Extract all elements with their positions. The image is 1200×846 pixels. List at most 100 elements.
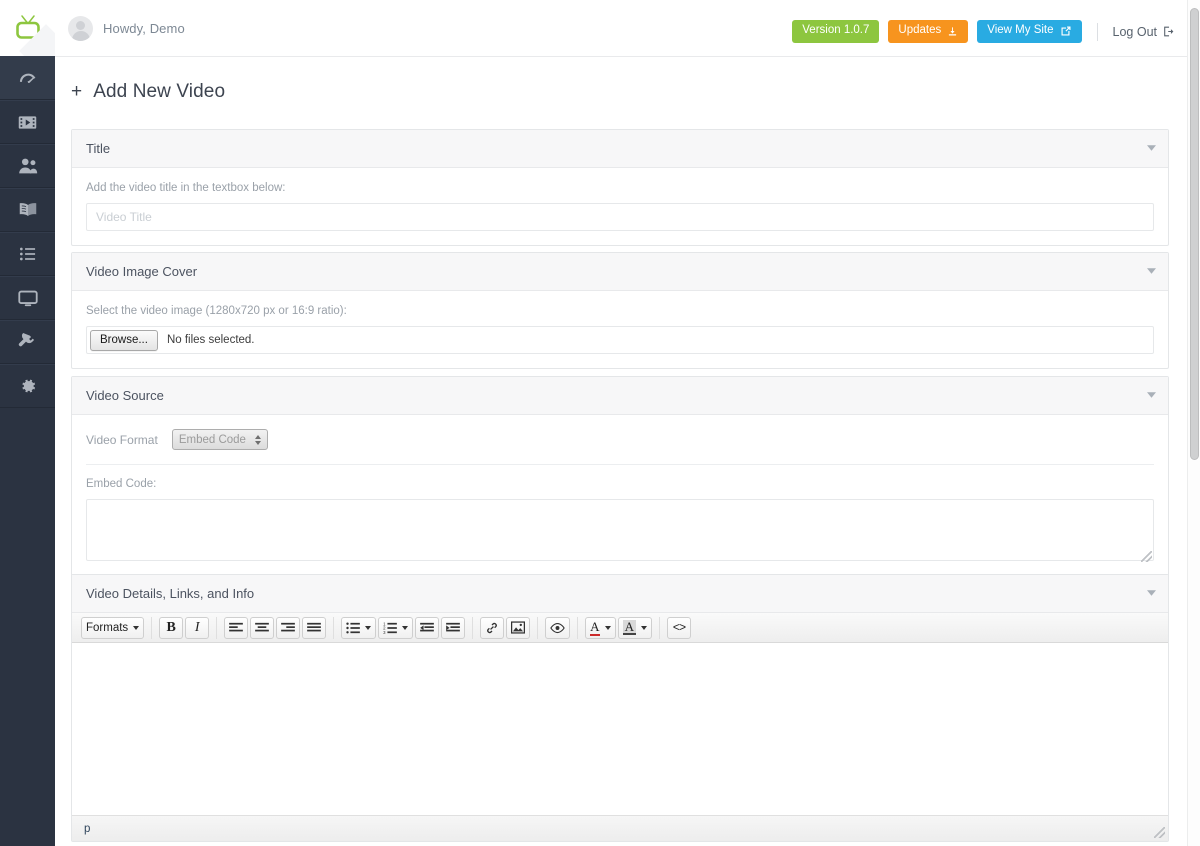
indent-button[interactable] (441, 616, 466, 639)
panel-source-body: Video Format Embed Code Embed Code: (72, 415, 1168, 578)
panel-details-header-text: Video Details, Links, and Info (86, 586, 255, 601)
bullet-list-icon (346, 622, 361, 634)
chevron-down-icon[interactable] (1147, 267, 1156, 277)
updates-label: Updates (898, 24, 942, 37)
panel-title: Title Add the video title in the textbox… (71, 129, 1169, 246)
chevron-down-icon[interactable] (1147, 391, 1156, 401)
users-icon (17, 155, 39, 177)
eye-preview-icon (550, 622, 565, 634)
bold-label: B (166, 619, 176, 635)
video-title-input[interactable] (86, 203, 1154, 231)
text-color-label: A (590, 618, 600, 636)
italic-button[interactable]: I (185, 616, 210, 639)
sidebar-item-settings[interactable] (0, 364, 55, 408)
panel-video-image-cover: Video Image Cover Select the video image… (71, 252, 1169, 369)
logout-button[interactable]: Log Out (1113, 25, 1175, 39)
panel-source-header-text: Video Source (86, 388, 164, 403)
align-right-button[interactable] (276, 616, 301, 639)
sidebar-item-dashboard[interactable] (0, 56, 55, 100)
sidebar-item-categories[interactable] (0, 232, 55, 276)
stepper-icon (254, 434, 261, 445)
panel-title-body: Add the video title in the textbox below… (72, 168, 1168, 245)
numbered-list-icon: 123 (383, 622, 398, 634)
panel-title-header[interactable]: Title (72, 130, 1168, 168)
italic-label: I (194, 619, 200, 635)
plug-icon (17, 332, 38, 353)
panel-details-header[interactable]: Video Details, Links, and Info (72, 575, 1168, 613)
video-format-select[interactable]: Embed Code (171, 429, 268, 450)
logout-label: Log Out (1112, 24, 1157, 39)
preview-button[interactable] (545, 616, 571, 639)
panel-video-source: Video Source Video Format Embed Code Emb… (71, 376, 1169, 579)
view-site-label: View My Site (987, 24, 1054, 37)
sidebar-item-plugins[interactable] (0, 320, 55, 364)
panel-video-details: Video Details, Links, and Info Formats B (71, 574, 1169, 842)
video-format-value: Embed Code (178, 433, 246, 446)
background-color-label: A (622, 619, 636, 635)
cover-file-input[interactable]: Browse... No files selected. (86, 326, 1154, 354)
dashboard-gauge-icon (17, 67, 39, 89)
monitor-icon (17, 287, 39, 309)
updates-button[interactable]: Updates (888, 20, 969, 43)
plus-icon: + (71, 81, 83, 102)
outdent-icon (420, 622, 435, 634)
embed-code-wrap (86, 499, 1154, 564)
video-format-label: Video Format (86, 432, 158, 447)
source-code-button[interactable]: <> (666, 616, 691, 639)
sidebar-item-videos[interactable] (0, 100, 55, 144)
divider (1096, 22, 1098, 41)
sidebar-item-users[interactable] (0, 144, 55, 188)
background-color-button[interactable]: A (617, 616, 652, 639)
sidebar-item-appearance[interactable] (0, 276, 55, 320)
vertical-scrollbar[interactable] (1187, 0, 1200, 846)
chevron-down-icon (640, 625, 647, 630)
align-justify-button[interactable] (302, 616, 327, 639)
panel-cover-header[interactable]: Video Image Cover (72, 253, 1168, 291)
cover-helper-text: Select the video image (1280x720 px or 1… (86, 305, 347, 317)
align-left-button[interactable] (224, 616, 249, 639)
panel-source-header[interactable]: Video Source (72, 377, 1168, 415)
bold-button[interactable]: B (159, 616, 184, 639)
main-content: + Add New Video Title Add the video titl… (55, 56, 1188, 846)
editor-toolbar: Formats B I 1 2 3 A A <> (72, 613, 1168, 643)
editor-content-area[interactable] (72, 643, 1168, 815)
greeting-text: Howdy, Demo (103, 21, 185, 36)
resize-handle-icon[interactable] (1141, 551, 1152, 562)
user-greeting-block[interactable]: Howdy, Demo (68, 16, 185, 41)
text-color-button[interactable]: A (585, 616, 616, 639)
editor-statusbar: p (72, 815, 1168, 841)
topbar: Howdy, Demo Version 1.0.7 Updates View M… (55, 0, 1188, 56)
insert-image-button[interactable] (506, 616, 531, 639)
app-logo[interactable] (0, 0, 55, 56)
link-icon (485, 621, 499, 635)
panel-cover-body: Select the video image (1280x720 px or 1… (72, 291, 1168, 368)
scrollbar-thumb[interactable] (1190, 8, 1199, 460)
external-link-icon (1060, 25, 1072, 37)
formats-dropdown[interactable]: Formats (81, 616, 145, 639)
chevron-down-icon[interactable] (1147, 589, 1156, 599)
version-badge[interactable]: Version 1.0.7 (792, 20, 880, 43)
resize-handle-icon[interactable] (1154, 827, 1165, 838)
align-left-icon (229, 622, 244, 634)
chevron-down-icon (604, 625, 611, 630)
insert-link-button[interactable] (480, 616, 505, 639)
source-code-label: <> (672, 620, 686, 635)
title-helper-text: Add the video title in the textbox below… (86, 182, 286, 194)
indent-icon (446, 622, 461, 634)
sidebar-item-library[interactable] (0, 188, 55, 232)
sidebar (0, 0, 55, 846)
list-icon (18, 244, 38, 264)
chevron-down-icon (365, 625, 372, 630)
align-center-button[interactable] (250, 616, 275, 639)
image-icon (511, 621, 526, 634)
embed-code-textarea[interactable] (86, 499, 1154, 561)
page-title: + Add New Video (71, 81, 225, 103)
view-my-site-button[interactable]: View My Site (977, 20, 1082, 43)
svg-text:3: 3 (383, 630, 386, 634)
bullet-list-button[interactable] (341, 616, 377, 639)
chevron-down-icon[interactable] (1147, 144, 1156, 154)
outdent-button[interactable] (415, 616, 440, 639)
logout-icon (1162, 25, 1175, 38)
numbered-list-button[interactable]: 123 (378, 616, 414, 639)
browse-button[interactable]: Browse... (90, 329, 158, 351)
